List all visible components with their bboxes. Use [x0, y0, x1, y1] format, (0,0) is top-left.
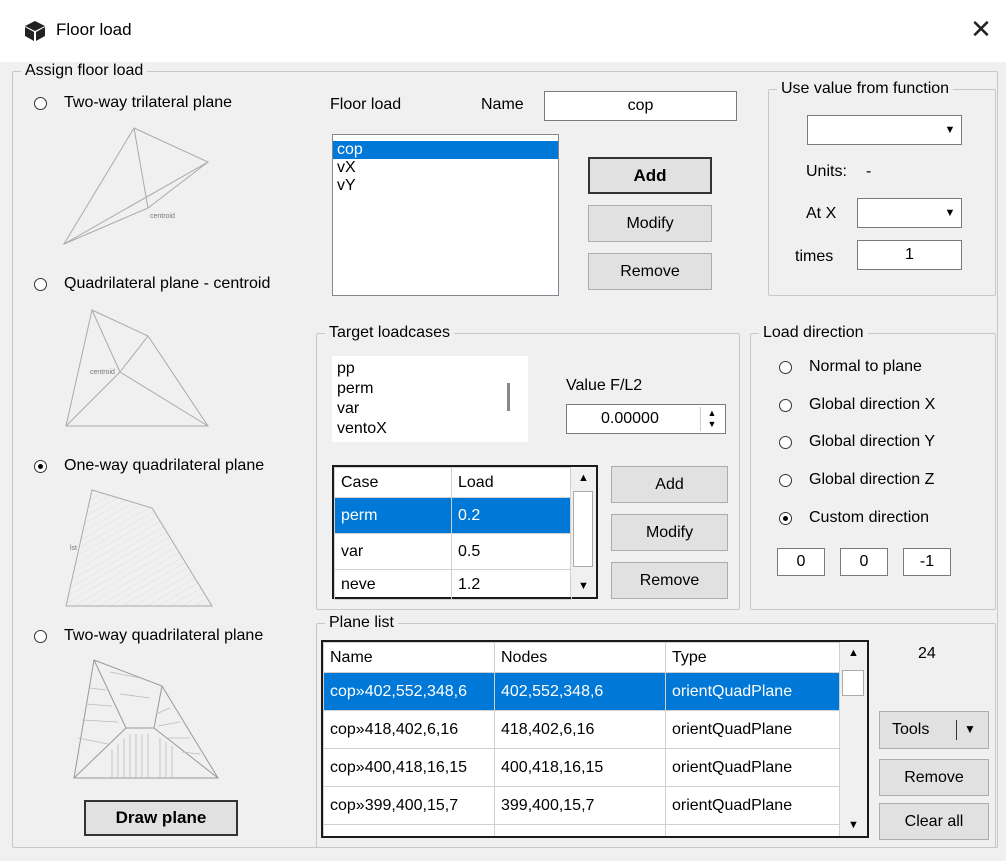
trilateral-plane-diagram: centroid [62, 127, 210, 246]
floor-load-label: Floor load [330, 96, 402, 113]
list-item[interactable]: perm [333, 379, 527, 399]
floor-load-list[interactable]: cop vX vY [332, 134, 559, 296]
window-title: Floor load [56, 20, 132, 39]
value-label: Value F/L2 [566, 377, 643, 394]
radio-two-way-trilateral[interactable] [34, 97, 47, 110]
radio-two-way-quadrilateral[interactable] [34, 630, 47, 643]
spinner-arrows-icon[interactable]: ▲ ▼ [700, 407, 723, 431]
label-one-way-quadrilateral: One-way quadrilateral plane [64, 457, 265, 474]
chevron-down-icon[interactable]: ▼ [964, 722, 976, 736]
list-item[interactable]: vY [333, 177, 558, 195]
name-input[interactable]: cop [544, 91, 737, 121]
vector-y-input[interactable]: 0 [840, 548, 888, 576]
modify-floor-load-button[interactable]: Modify [588, 205, 712, 242]
table-scrollbar[interactable]: ▲ ▼ [570, 467, 596, 597]
at-x-select[interactable]: ▼ [857, 198, 962, 228]
column-header-type[interactable]: Type [665, 642, 841, 673]
value-input[interactable]: 0.00000 [601, 410, 659, 428]
modify-case-button[interactable]: Modify [611, 514, 728, 551]
target-loadcases-legend: Target loadcases [329, 324, 450, 341]
label-custom-direction: Custom direction [809, 509, 930, 526]
times-input[interactable]: 1 [857, 240, 962, 270]
quadrilateral-centroid-diagram: centroid [65, 309, 209, 427]
centroid-label: centroid [150, 213, 175, 220]
column-header-name[interactable]: Name [323, 642, 495, 673]
column-header-nodes[interactable]: Nodes [494, 642, 666, 673]
function-legend: Use value from function [781, 80, 950, 97]
table-row[interactable]: cop»414,399,7,14 414,399,7,14 orientQuad… [323, 824, 841, 836]
tools-label: Tools [892, 721, 930, 738]
radio-global-x[interactable] [779, 399, 792, 412]
draw-plane-button[interactable]: Draw plane [84, 800, 238, 836]
title-bar: Floor load ✕ [0, 0, 1006, 62]
table-row[interactable]: neve 1.2 [334, 569, 572, 600]
times-label: times [795, 248, 834, 265]
label-two-way-trilateral: Two-way trilateral plane [64, 94, 233, 111]
plane-list-legend: Plane list [329, 614, 394, 631]
function-select[interactable]: ▼ [807, 115, 962, 145]
loadcase-list[interactable]: pp perm var ventoX [332, 356, 528, 442]
chevron-down-icon[interactable]: ▼ [941, 201, 959, 225]
remove-plane-button[interactable]: Remove [879, 759, 989, 796]
name-label: Name [481, 96, 524, 113]
add-case-button[interactable]: Add [611, 466, 728, 503]
radio-normal-to-plane[interactable] [779, 361, 792, 374]
at-x-label: At X [806, 205, 837, 222]
case-load-table[interactable]: Case Load perm 0.2 var 0.5 neve 1.2 ▲ ▼ [332, 465, 598, 600]
assign-floor-load-legend: Assign floor load [25, 62, 144, 79]
vector-z-input[interactable]: -1 [903, 548, 951, 576]
column-header-load[interactable]: Load [451, 467, 572, 498]
list-item[interactable]: var [333, 399, 527, 419]
centroid-label-2: centroid [90, 369, 115, 376]
plane-count: 24 [918, 645, 936, 662]
cube-icon [25, 21, 45, 41]
scroll-down-icon[interactable]: ▼ [840, 814, 867, 836]
one-way-quadrilateral-diagram: lst [65, 489, 213, 607]
list-item[interactable]: vX [333, 159, 558, 177]
radio-quadrilateral-centroid[interactable] [34, 278, 47, 291]
clear-all-button[interactable]: Clear all [879, 803, 989, 840]
table-row[interactable]: perm 0.2 [334, 497, 572, 534]
scrollbar-thumb[interactable] [573, 491, 593, 567]
value-spinner[interactable]: 0.00000 ▲ ▼ [566, 404, 726, 434]
remove-floor-load-button[interactable]: Remove [588, 253, 712, 290]
table-row[interactable]: cop»399,400,15,7 399,400,15,7 orientQuad… [323, 786, 841, 825]
radio-global-y[interactable] [779, 436, 792, 449]
label-global-y: Global direction Y [809, 433, 935, 450]
table-row[interactable]: var 0.5 [334, 533, 572, 570]
table-row[interactable]: cop»418,402,6,16 418,402,6,16 orientQuad… [323, 710, 841, 749]
label-global-x: Global direction X [809, 396, 936, 413]
add-floor-load-button[interactable]: Add [588, 157, 712, 194]
label-two-way-quadrilateral: Two-way quadrilateral plane [64, 627, 264, 644]
scrollbar-thumb[interactable] [507, 383, 510, 411]
tools-dropdown-button[interactable]: Tools ▼ [879, 711, 989, 749]
load-direction-legend: Load direction [763, 324, 864, 341]
plane-table[interactable]: Name Nodes Type cop»402,552,348,6 402,55… [321, 640, 869, 838]
scrollbar-thumb[interactable] [842, 670, 864, 696]
units-value: - [866, 163, 872, 180]
table-row[interactable]: cop»400,418,16,15 400,418,16,15 orientQu… [323, 748, 841, 787]
scroll-up-icon[interactable]: ▲ [571, 467, 596, 489]
label-quadrilateral-centroid: Quadrilateral plane - centroid [64, 275, 271, 292]
list-item[interactable]: pp [333, 359, 527, 379]
remove-case-button[interactable]: Remove [611, 562, 728, 599]
table-row[interactable]: cop»402,552,348,6 402,552,348,6 orientQu… [323, 672, 841, 711]
list-label: lst [70, 545, 77, 552]
radio-custom-direction[interactable] [779, 512, 792, 525]
chevron-down-icon[interactable]: ▼ [941, 118, 959, 142]
label-normal-to-plane: Normal to plane [809, 358, 922, 375]
radio-one-way-quadrilateral[interactable] [34, 460, 47, 473]
plane-table-scrollbar[interactable]: ▲ ▼ [839, 642, 867, 836]
units-label: Units: [806, 163, 847, 180]
radio-global-z[interactable] [779, 474, 792, 487]
scroll-up-icon[interactable]: ▲ [840, 642, 867, 664]
label-global-z: Global direction Z [809, 471, 935, 488]
scroll-down-icon[interactable]: ▼ [571, 575, 596, 597]
two-way-quadrilateral-diagram [73, 659, 219, 779]
list-item[interactable]: ventoX [333, 419, 527, 439]
column-header-case[interactable]: Case [334, 467, 452, 498]
vector-x-input[interactable]: 0 [777, 548, 825, 576]
list-item[interactable]: cop [333, 141, 558, 159]
close-icon[interactable]: ✕ [966, 14, 996, 44]
